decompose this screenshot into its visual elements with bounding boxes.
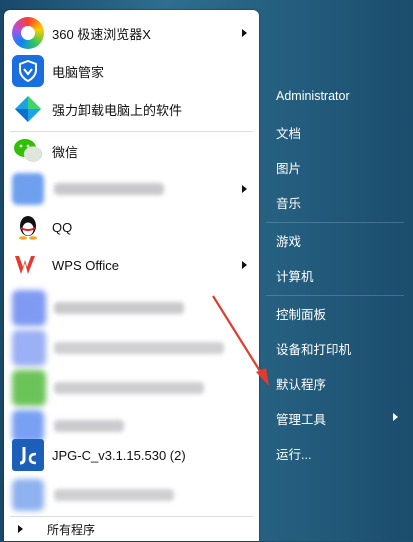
blurred-label: [54, 183, 164, 195]
program-label: QQ: [52, 219, 73, 235]
blurred-app-icon: [12, 479, 44, 511]
program-label: 强力卸载电脑上的软件: [52, 102, 183, 118]
link-music[interactable]: 音乐: [276, 193, 301, 212]
link-admin-tools[interactable]: 管理工具: [276, 409, 326, 428]
divider: [266, 222, 404, 223]
wechat-icon: [12, 135, 44, 167]
submenu-arrow-icon: [242, 29, 247, 37]
360-browser-icon: [12, 17, 44, 49]
link-control-panel[interactable]: 控制面板: [276, 304, 326, 323]
link-computer[interactable]: 计算机: [276, 266, 314, 285]
program-pc-manager[interactable]: 电脑管家: [4, 52, 259, 90]
program-label: WPS Office: [52, 257, 119, 273]
program-blurred[interactable]: [4, 170, 259, 208]
all-programs-arrow-icon: [18, 525, 23, 533]
blurred-app-icon: [12, 370, 46, 406]
program-360-browser[interactable]: 360 极速浏览器X: [4, 14, 259, 52]
blurred-app-icon: [12, 330, 46, 366]
submenu-arrow-icon: [393, 413, 398, 421]
blurred-label: [54, 342, 224, 354]
jpg-c-icon: [12, 439, 44, 471]
uninstall-icon: [12, 93, 44, 125]
submenu-arrow-icon: [242, 185, 247, 193]
qq-penguin-icon: [12, 211, 44, 243]
link-run[interactable]: 运行...: [276, 444, 311, 463]
divider: [266, 295, 404, 296]
program-blurred[interactable]: [4, 476, 259, 514]
blurred-label: [54, 489, 174, 501]
program-label: 360 极速浏览器X: [52, 26, 151, 42]
blurred-label: [54, 420, 124, 432]
pc-manager-shield-icon: [12, 55, 44, 87]
wps-office-icon: [12, 249, 44, 281]
link-user[interactable]: Administrator: [276, 89, 350, 103]
programs-panel: 360 极速浏览器X 电脑管家 强力卸载电脑上的软件 微信 QQ WPS Off…: [4, 10, 259, 541]
program-wechat[interactable]: 微信: [4, 132, 259, 170]
annotation-arrow-icon: [212, 295, 269, 386]
all-programs-label: 所有程序: [47, 522, 96, 537]
start-menu: 360 极速浏览器X 电脑管家 强力卸载电脑上的软件 微信 QQ WPS Off…: [0, 0, 413, 541]
blurred-label: [54, 302, 184, 314]
program-qq[interactable]: QQ: [4, 208, 259, 246]
link-documents[interactable]: 文档: [276, 123, 301, 142]
link-default-programs[interactable]: 默认程序: [276, 374, 326, 393]
program-uninstaller[interactable]: 强力卸载电脑上的软件: [4, 90, 259, 128]
submenu-arrow-icon: [242, 261, 247, 269]
link-games[interactable]: 游戏: [276, 231, 301, 250]
blurred-app-icon: [12, 173, 44, 205]
all-programs-button[interactable]: 所有程序: [4, 516, 259, 542]
program-label: JPG-C_v3.1.15.530 (2): [52, 447, 186, 463]
program-wps-office[interactable]: WPS Office: [4, 246, 259, 284]
blurred-label: [54, 382, 204, 394]
program-jpg-c[interactable]: JPG-C_v3.1.15.530 (2): [4, 436, 259, 474]
link-devices-printers[interactable]: 设备和打印机: [276, 339, 351, 358]
program-label: 微信: [52, 144, 79, 160]
link-pictures[interactable]: 图片: [276, 158, 301, 177]
blurred-app-icon: [12, 290, 46, 326]
program-label: 电脑管家: [52, 64, 105, 80]
